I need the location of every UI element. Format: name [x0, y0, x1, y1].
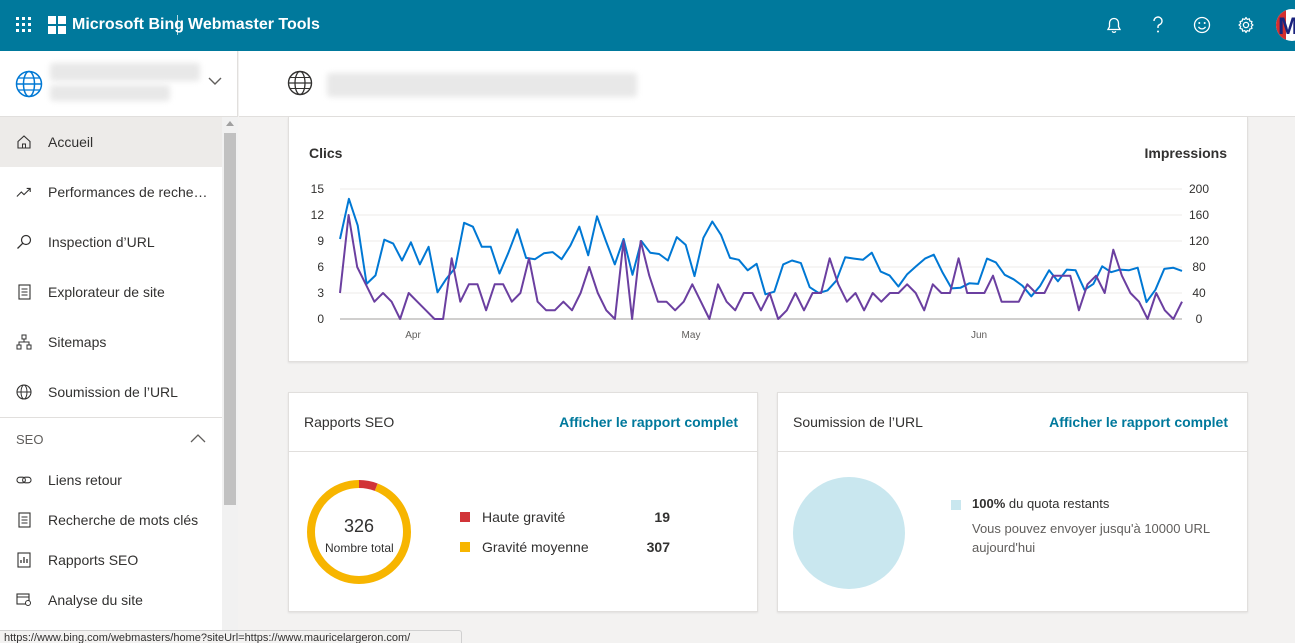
sidebar-item-soumission[interactable]: Soumission de l’URL — [0, 367, 222, 417]
globe-icon — [15, 70, 43, 98]
sidebar-item-label: Sitemaps — [48, 334, 107, 350]
help-icon[interactable] — [1147, 14, 1169, 36]
seo-full-report-link[interactable]: Afficher le rapport complet — [559, 414, 738, 430]
left-tick-label: 0 — [317, 312, 324, 326]
sidebar-item-rapports-seo[interactable]: Rapports SEO — [0, 540, 222, 580]
right-tick-label: 0 — [1196, 312, 1203, 326]
sidebar-item-sitemaps[interactable]: Sitemaps — [0, 317, 222, 367]
waffle-icon[interactable] — [16, 17, 32, 33]
site-header — [239, 51, 1295, 117]
card-title: Rapports SEO — [304, 414, 395, 430]
sidebar-item-label: Liens retour — [48, 472, 122, 488]
site-url-redacted — [50, 85, 170, 101]
sidebar-item-mots-cles[interactable]: Recherche de mots clés — [0, 500, 222, 540]
sidebar-item-explorateur[interactable]: Explorateur de site — [0, 267, 222, 317]
url-submission-card: Soumission de l’URL Afficher le rapport … — [777, 392, 1248, 612]
sidebar-item-label: Performances de recher… — [48, 184, 208, 200]
right-tick-label: 200 — [1189, 182, 1209, 196]
sidebar-item-label: Inspection d’URL — [48, 234, 155, 250]
site-url-redacted — [327, 73, 637, 97]
right-tick-label: 120 — [1189, 234, 1209, 248]
x-tick-label: Apr — [405, 330, 421, 341]
legend-swatch — [460, 542, 470, 552]
legend-value: 307 — [646, 539, 670, 555]
trend-icon — [16, 184, 32, 200]
gear-icon[interactable] — [1235, 14, 1257, 36]
document-icon — [16, 284, 32, 300]
sidebar-nav: Accueil Performances de recher… Inspecti… — [0, 117, 222, 620]
sidebar-item-inspection-url[interactable]: Inspection d’URL — [0, 217, 222, 267]
chevron-up-icon[interactable] — [190, 434, 206, 443]
sidebar-section-seo[interactable]: SEO — [0, 418, 222, 460]
quota-description: Vous pouvez envoyer jusqu'à 10000 URL au… — [972, 521, 1210, 555]
scroll-up-icon[interactable] — [226, 121, 234, 126]
performance-chart[interactable]: 15 200 12 160 9 120 6 80 3 40 0 0 Apr May Jun — [289, 117, 1249, 362]
sidebar-item-label: Accueil — [48, 134, 94, 150]
legend-swatch — [951, 500, 961, 510]
right-tick-label: 160 — [1189, 208, 1209, 222]
sidebar-item-label: Rapports SEO — [48, 552, 139, 568]
impressions-series-line — [339, 197, 1183, 304]
sidebar-item-analyse[interactable]: Analyse du site — [0, 580, 222, 620]
card-title: Soumission de l’URL — [793, 414, 923, 430]
home-icon — [16, 134, 32, 150]
seo-report-card: Rapports SEO Afficher le rapport complet… — [288, 392, 758, 612]
microsoft-logo-icon — [48, 16, 66, 34]
avatar[interactable]: M — [1276, 9, 1295, 41]
left-tick-label: 6 — [317, 260, 324, 274]
brand-divider — [177, 15, 178, 35]
legend-label: Gravité moyenne — [482, 539, 589, 555]
performance-chart-card: Clics Impressions 15 200 12 160 9 120 6 80 3 40 0 0… — [288, 117, 1248, 362]
globe-icon — [287, 70, 313, 96]
scrollbar-thumb[interactable] — [224, 133, 236, 505]
report-icon — [16, 552, 32, 568]
card-header: Soumission de l’URL Afficher le rapport … — [778, 393, 1247, 452]
left-tick-label: 15 — [311, 182, 325, 196]
sitemap-icon — [16, 334, 32, 350]
quota-percent: 100% — [972, 496, 1006, 511]
quota-text: du quota restants — [1008, 496, 1110, 511]
right-tick-label: 80 — [1192, 260, 1206, 274]
sidebar-item-accueil[interactable]: Accueil — [0, 117, 222, 167]
link-icon — [16, 472, 32, 488]
left-tick-label: 9 — [317, 234, 324, 248]
sidebar-item-label: Recherche de mots clés — [48, 512, 199, 528]
brand-name[interactable]: Microsoft Bing — [72, 16, 184, 34]
sidebar-item-performances[interactable]: Performances de recher… — [0, 167, 222, 217]
sidebar-item-label: Explorateur de site — [48, 284, 165, 300]
sidebar: Accueil Performances de recher… Inspecti… — [0, 51, 238, 643]
bell-icon[interactable] — [1103, 14, 1125, 36]
globe-icon — [16, 384, 32, 400]
quota-pie-chart[interactable] — [793, 477, 905, 589]
product-name[interactable]: Webmaster Tools — [188, 16, 320, 34]
legend-swatch — [460, 512, 470, 522]
quota-remaining: 100% du quota restants — [972, 496, 1109, 511]
left-tick-label: 12 — [311, 208, 325, 222]
legend-value: 19 — [654, 509, 670, 525]
sidebar-item-label: Soumission de l’URL — [48, 384, 178, 400]
sidebar-item-label: Analyse du site — [48, 592, 143, 608]
site-name-redacted — [50, 63, 200, 81]
x-tick-label: Jun — [971, 330, 987, 341]
right-tick-label: 40 — [1192, 286, 1206, 300]
browser-status-bar: https://www.bing.com/webmasters/home?sit… — [0, 630, 462, 643]
scan-icon — [16, 592, 32, 608]
sidebar-item-liens-retour[interactable]: Liens retour — [0, 460, 222, 500]
x-tick-label: May — [682, 330, 701, 341]
site-picker[interactable] — [0, 51, 238, 117]
left-tick-label: 3 — [317, 286, 324, 300]
url-full-report-link[interactable]: Afficher le rapport complet — [1049, 414, 1228, 430]
seo-total-count: 326 — [343, 516, 375, 536]
top-bar: Microsoft Bing Webmaster Tools M — [0, 0, 1295, 51]
sidebar-scrollbar[interactable] — [222, 117, 238, 643]
chevron-down-icon[interactable] — [208, 77, 222, 86]
legend-label: Haute gravité — [482, 509, 566, 525]
search-icon — [16, 234, 32, 250]
card-header: Rapports SEO Afficher le rapport complet — [289, 393, 757, 452]
smiley-icon[interactable] — [1191, 14, 1213, 36]
seo-total-label: Nombre total — [325, 541, 393, 555]
document-icon — [16, 512, 32, 528]
section-label: SEO — [16, 432, 44, 447]
